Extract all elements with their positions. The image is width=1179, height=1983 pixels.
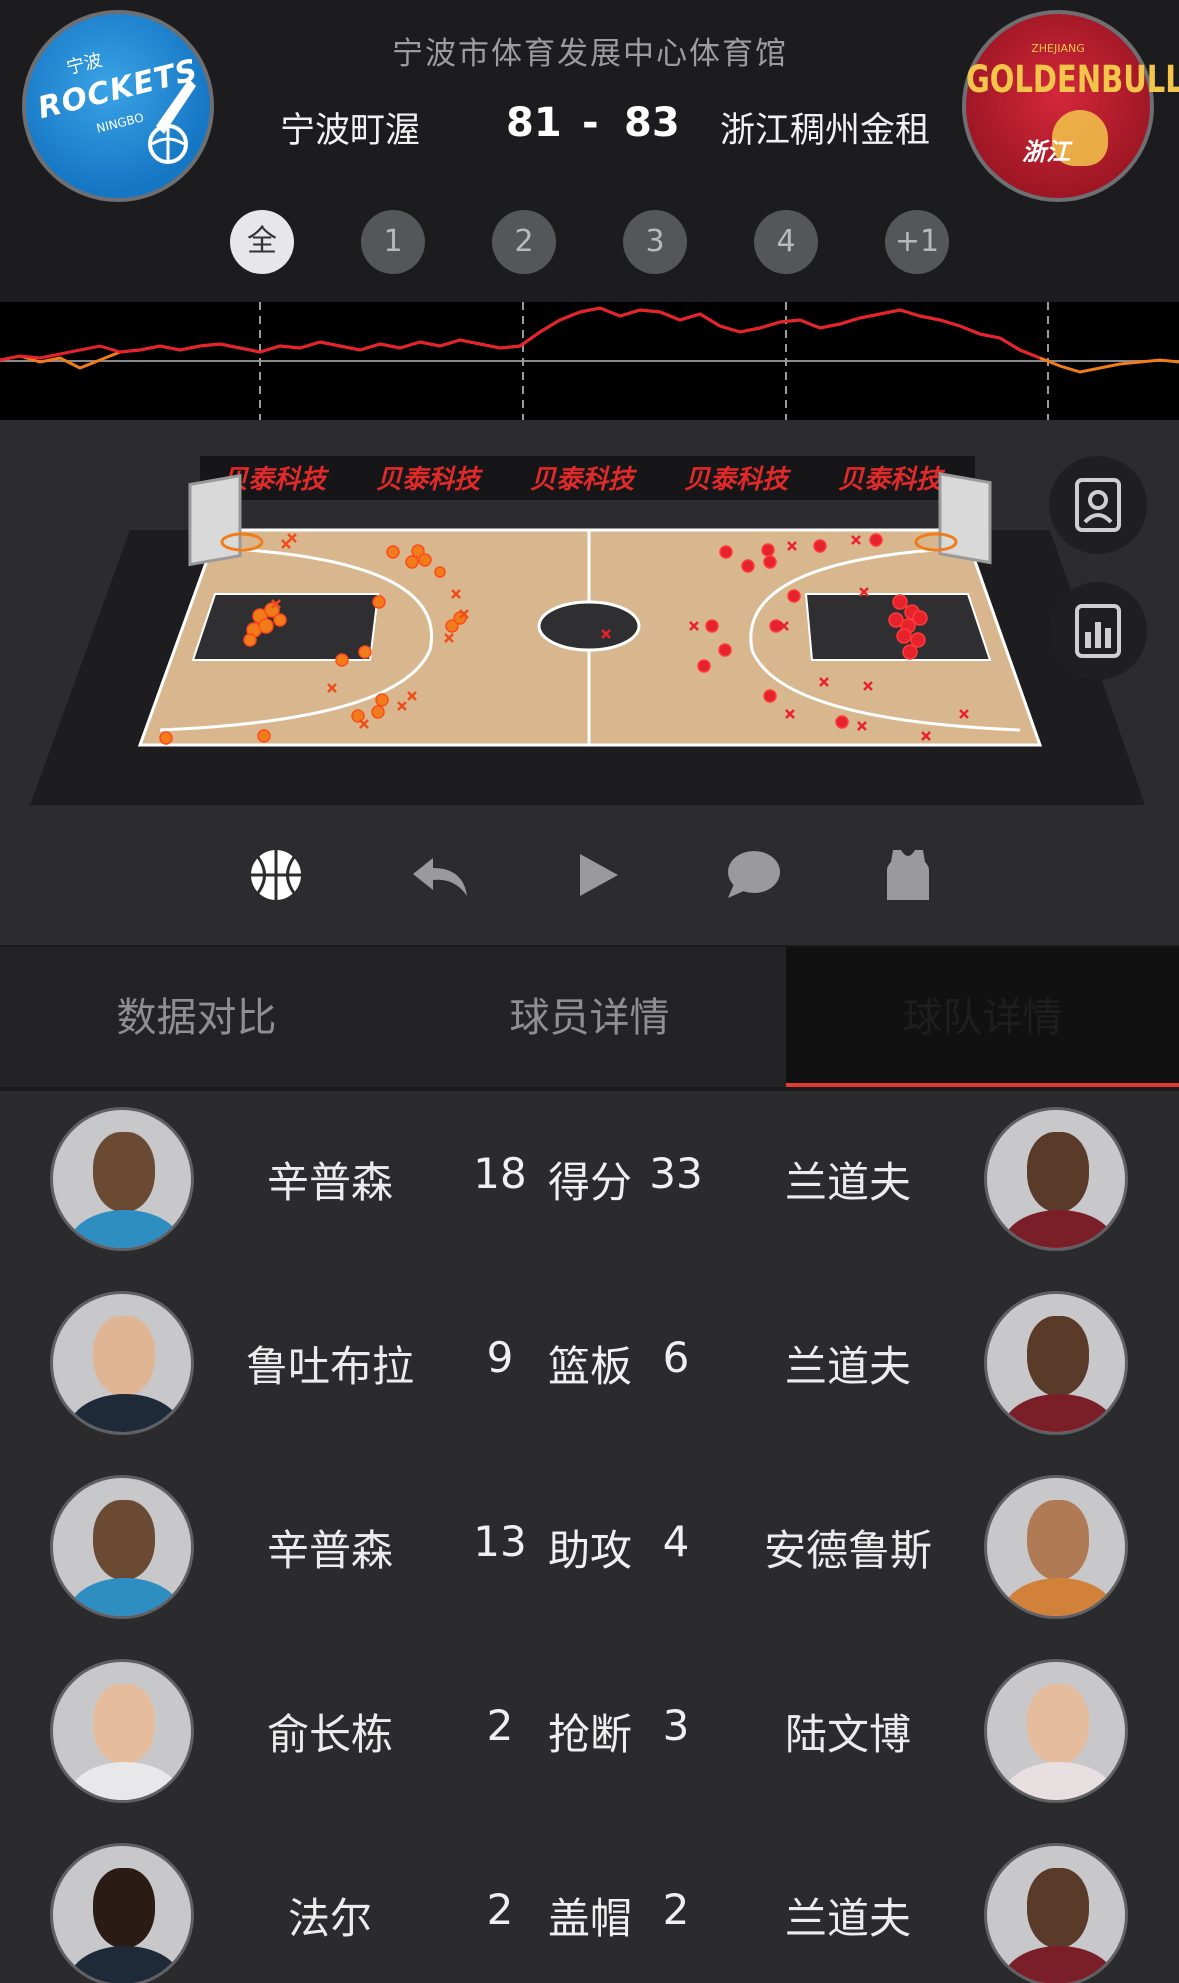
leader-row-assists[interactable]: 辛普森 13 助攻 4 安德鲁斯 <box>0 1469 1179 1653</box>
stat-category: 盖帽 <box>547 1894 632 1943</box>
away-team-logo[interactable]: ZHEJIANG GOLDENBULLS 浙江 <box>962 10 1179 202</box>
right-player-value: 4 <box>662 1517 690 1566</box>
avatar[interactable] <box>50 1659 194 1803</box>
avatar[interactable] <box>50 1843 194 1983</box>
period-all[interactable]: 全 <box>230 210 294 274</box>
comment-button[interactable] <box>718 840 788 910</box>
home-paint <box>191 593 380 661</box>
undo-arrow-icon <box>413 858 467 896</box>
left-player-name: 辛普森 <box>266 1526 393 1575</box>
tab-team-details[interactable]: 球队详情 <box>786 947 1179 1089</box>
period-1[interactable]: 1 <box>361 210 425 274</box>
left-player-value: 9 <box>486 1333 514 1382</box>
right-player-name: 陆文博 <box>784 1710 911 1759</box>
left-player-value: 13 <box>473 1517 527 1566</box>
avatar[interactable] <box>50 1475 194 1619</box>
avatar[interactable] <box>984 1843 1128 1983</box>
right-player-value: 3 <box>662 1701 690 1750</box>
right-player-name: 兰道夫 <box>784 1158 911 1207</box>
avatar[interactable] <box>984 1659 1128 1803</box>
left-player-name: 鲁吐布拉 <box>245 1342 414 1391</box>
home-team-name: 宁波町渥 <box>280 111 421 151</box>
score-trend-chart <box>0 302 1179 420</box>
tab-player-details[interactable]: 球员详情 <box>393 947 786 1089</box>
stats-chart-icon <box>1075 604 1121 658</box>
play-button[interactable] <box>562 840 632 910</box>
sponsor-board: 贝泰科技 <box>376 464 484 494</box>
right-player-name: 兰道夫 <box>784 1342 911 1391</box>
score-separator: - <box>582 100 599 146</box>
away-score: 83 <box>624 100 680 146</box>
left-player-value: 2 <box>486 1885 514 1934</box>
leader-row-points[interactable]: 辛普森 18 得分 33 兰道夫 <box>0 1101 1179 1285</box>
stats-chart-button[interactable] <box>1049 582 1147 680</box>
avatar[interactable] <box>50 1107 194 1251</box>
left-player-value: 2 <box>486 1701 514 1750</box>
right-player-value: 6 <box>662 1333 690 1382</box>
away-logo-text-cn: 浙江 <box>1022 138 1070 166</box>
avatar[interactable] <box>984 1107 1128 1251</box>
venue-name: 宁波市体育发展中心体育馆 <box>392 36 788 72</box>
stat-category: 篮板 <box>547 1342 632 1391</box>
avatar[interactable] <box>984 1475 1128 1619</box>
leader-comparison-list: 辛普森 18 得分 33 兰道夫 鲁吐布拉 9 篮板 6 兰道夫 辛普森 13 … <box>0 1091 1179 1983</box>
avatar[interactable] <box>984 1291 1128 1435</box>
player-card-button[interactable] <box>1049 456 1147 554</box>
jersey-button[interactable] <box>873 840 943 910</box>
leader-row-blocks[interactable]: 法尔 2 盖帽 2 兰道夫 <box>0 1837 1179 1983</box>
leader-row-rebounds[interactable]: 鲁吐布拉 9 篮板 6 兰道夫 <box>0 1285 1179 1469</box>
left-player-name: 俞长栋 <box>266 1710 393 1759</box>
left-player-name: 法尔 <box>287 1894 372 1943</box>
stat-category: 助攻 <box>547 1526 632 1575</box>
center-circle <box>537 600 641 652</box>
sponsor-board: 贝泰科技 <box>838 464 946 494</box>
away-logo-subtext: ZHEJIANG <box>1031 42 1085 55</box>
left-player-value: 18 <box>473 1149 527 1198</box>
right-player-value: 33 <box>649 1149 703 1198</box>
right-player-name: 兰道夫 <box>784 1894 911 1943</box>
away-team-name: 浙江稠州金租 <box>720 111 931 151</box>
jersey-icon <box>887 850 929 900</box>
right-player-name: 安德鲁斯 <box>763 1526 932 1575</box>
player-card-icon <box>1075 478 1121 532</box>
period-selector: 全 1 2 3 4 +1 <box>230 210 950 274</box>
comment-icon <box>728 851 780 898</box>
rocket-icon <box>148 79 196 164</box>
play-icon <box>580 854 618 896</box>
avatar[interactable] <box>50 1291 194 1435</box>
basketball-icon <box>251 850 301 900</box>
sponsor-board: 贝泰科技 <box>530 464 638 494</box>
sponsor-board: 贝泰科技 <box>684 464 792 494</box>
home-team-logo[interactable]: 宁波 ROCKETS NINGBO <box>22 10 214 202</box>
period-3[interactable]: 3 <box>623 210 687 274</box>
home-logo-text-cn: 宁波 <box>64 49 105 79</box>
undo-button[interactable] <box>405 840 475 910</box>
left-player-name: 辛普森 <box>266 1158 393 1207</box>
game-header: 宁波 ROCKETS NINGBO 宁波市体育发展中心体育馆 宁波町渥 81 -… <box>0 0 1179 302</box>
period-2[interactable]: 2 <box>492 210 556 274</box>
stat-category: 得分 <box>547 1158 632 1207</box>
period-4[interactable]: 4 <box>754 210 818 274</box>
period-overtime[interactable]: +1 <box>885 210 949 274</box>
home-score: 81 <box>506 100 562 146</box>
stat-category: 抢断 <box>547 1710 632 1759</box>
leader-row-steals[interactable]: 俞长栋 2 抢断 3 陆文博 <box>0 1653 1179 1837</box>
basketball-button[interactable] <box>241 840 311 910</box>
stats-tabs: 数据对比 球员详情 球队详情 <box>0 945 1179 1089</box>
playback-controls <box>0 810 1179 945</box>
away-logo-text: GOLDENBULLS <box>966 56 1179 102</box>
tab-data-compare[interactable]: 数据对比 <box>0 947 393 1089</box>
right-player-value: 2 <box>662 1885 690 1934</box>
trend-line-home <box>0 306 1041 362</box>
